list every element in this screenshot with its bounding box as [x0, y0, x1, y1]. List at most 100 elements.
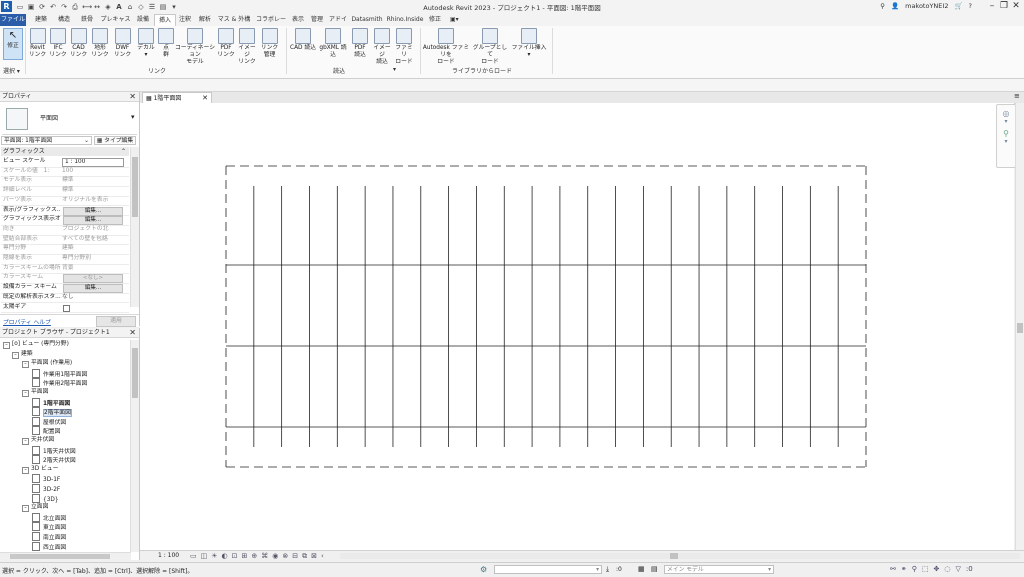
show-crop-icon[interactable]: ⊞ [242, 552, 248, 561]
lib-button-1[interactable]: グループとして ロード [470, 28, 510, 66]
select-pinned-icon[interactable]: ⚲ [912, 565, 917, 573]
tab-15[interactable]: Rhino.Inside [385, 14, 425, 26]
worksharing-icon[interactable]: ⊗ [282, 552, 288, 561]
browser-node[interactable]: – 天井伏図 [22, 436, 54, 445]
tab-13[interactable]: アドイン [327, 14, 349, 35]
steering-wheel-icon[interactable]: ◎ [997, 109, 1015, 118]
navigation-bar[interactable]: ◎ ▾ ⚲ ▾ [996, 104, 1016, 168]
modify-button[interactable]: ↖ 修正 [3, 28, 23, 60]
scroll-left-icon[interactable]: ‹ [321, 552, 324, 561]
edit-button[interactable]: <なし> [63, 274, 123, 284]
collapse-icon[interactable]: – [12, 351, 19, 359]
tab-4[interactable]: プレキャスト [99, 14, 132, 35]
temp-hide-icon[interactable]: ⌘ [261, 552, 268, 561]
sun-path-icon[interactable]: ☀ [211, 552, 217, 561]
select-by-face-icon[interactable]: ⬚ [922, 565, 929, 573]
editable-only-icon[interactable]: ⤓ [606, 565, 609, 574]
collapse-icon[interactable]: – [22, 361, 29, 369]
highlight-displacement-icon[interactable]: ⧉ [302, 552, 307, 561]
scroll-thumb[interactable] [1017, 323, 1023, 333]
background-process-icon[interactable]: ◌ [944, 565, 950, 573]
tab-10[interactable]: コラボレート [254, 14, 288, 35]
lib-button-0[interactable]: Autodesk ファミリを ロード [422, 28, 470, 66]
import-button-1[interactable]: gbXML 読込 [317, 28, 349, 59]
filter-icon[interactable]: ▽ [956, 565, 961, 573]
scroll-thumb[interactable] [670, 553, 678, 559]
worksets-icon[interactable]: ⚙ [480, 565, 487, 574]
tab-3[interactable]: 鉄骨 [76, 14, 98, 26]
collapse-icon[interactable]: – [3, 342, 10, 349]
browser-node[interactable]: 2階天井伏図 [32, 455, 76, 465]
reveal-hidden-icon[interactable]: ◉ [272, 552, 278, 561]
user-icon[interactable]: 👤 [891, 2, 899, 10]
properties-help-link[interactable]: プロパティ ヘルプ [3, 317, 51, 326]
tab-0[interactable]: ファイル [0, 14, 26, 26]
tab-menu-icon[interactable]: ≡ [1014, 92, 1020, 100]
type-selector[interactable]: 平面図 ▾ [2, 104, 137, 135]
tab-2[interactable]: 構造 [53, 14, 75, 26]
link-button-2[interactable]: CAD リンク [68, 28, 89, 59]
browser-node[interactable]: 作業用2階平面図 [32, 378, 87, 388]
edit-button[interactable]: 編集... [63, 284, 123, 294]
scroll-thumb[interactable] [132, 157, 138, 217]
analytical-model-icon[interactable]: ⊟ [292, 552, 298, 561]
canvas-hscrollbar[interactable] [340, 553, 1020, 559]
lib-button-2[interactable]: ファイル挿入 ▾ [510, 28, 548, 59]
exclude-options-icon[interactable]: ▤ [651, 565, 658, 573]
tab-5[interactable]: 設備 [133, 14, 153, 26]
section-graphics[interactable]: グラフィックス ⌃ [1, 147, 129, 156]
chevron-down-icon[interactable]: ▾ [997, 118, 1015, 125]
tab-12[interactable]: 管理 [308, 14, 326, 26]
tab-11[interactable]: 表示 [289, 14, 307, 26]
browser-node[interactable]: 3D-1F [32, 474, 60, 484]
tab-1[interactable]: 建築 [30, 14, 52, 26]
browser-node[interactable]: –3D ビュー [22, 465, 58, 474]
import-button-2[interactable]: PDF 読込 [349, 28, 371, 59]
edit-type-button[interactable]: ▦ タイプ編集 [94, 136, 136, 145]
browser-scrollbar[interactable] [130, 340, 139, 552]
link-button-3[interactable]: 地形 リンク [89, 28, 111, 59]
import-button-0[interactable]: CAD 読込 [289, 28, 317, 52]
browser-node[interactable]: 北立面図 [32, 512, 66, 523]
import-button-4[interactable]: ファミリ ロード [393, 28, 415, 66]
link-button-8[interactable]: PDF リンク [216, 28, 236, 59]
browser-node[interactable]: – 建築 [12, 350, 33, 359]
hide-analytical-icon[interactable]: ⊠ [311, 552, 317, 561]
select-panel-label[interactable]: 選択 ▾ [3, 66, 20, 75]
drawing-canvas[interactable] [140, 103, 1014, 550]
browser-node[interactable]: 1階平面図 [32, 397, 70, 408]
link-button-4[interactable]: DWF リンク [111, 28, 134, 59]
drag-elements-icon[interactable]: ✥ [934, 565, 940, 573]
import-panel-expand-icon[interactable]: ▾ [393, 66, 396, 73]
link-button-0[interactable]: Revit リンク [27, 28, 48, 59]
browser-node[interactable]: – 平面図 (作業用) [22, 359, 72, 369]
collapse-icon[interactable]: – [22, 505, 29, 513]
import-button-3[interactable]: イメージ 読込 [371, 28, 393, 66]
link-button-7[interactable]: コーディネーション モデル [174, 28, 216, 66]
browser-hscrollbar[interactable] [0, 552, 131, 561]
chevron-down-icon[interactable]: ▾ [997, 138, 1015, 145]
properties-scrollbar[interactable] [130, 147, 139, 307]
scroll-thumb[interactable] [10, 554, 110, 559]
close-icon[interactable]: ✕ [129, 328, 136, 338]
detail-level-icon[interactable]: ▭ [190, 552, 197, 561]
design-options-icon[interactable]: ▦ [638, 565, 645, 573]
tab-9[interactable]: マス & 外構 [215, 14, 253, 26]
browser-node[interactable]: {3D} [32, 493, 59, 504]
minimize-icon[interactable]: – [986, 1, 998, 11]
tab-14[interactable]: Datasmith [350, 14, 384, 26]
scroll-thumb[interactable] [132, 348, 138, 398]
restore-icon[interactable]: ❐ [998, 1, 1010, 11]
collapse-icon[interactable]: – [22, 390, 29, 397]
browser-node[interactable]: 西立面図 [32, 541, 66, 552]
design-option-dropdown[interactable]: メイン モデル ▾ [664, 565, 774, 574]
visual-style-icon[interactable]: ◫ [201, 552, 208, 561]
tab-16[interactable]: 修正 [426, 14, 444, 26]
tab-8[interactable]: 解析 [196, 14, 214, 26]
browser-node[interactable]: – 平面図 [22, 388, 48, 397]
checkbox[interactable] [63, 304, 70, 312]
apply-button[interactable]: 適用 [96, 316, 136, 327]
ribbon-minimize-icon[interactable]: ▣▾ [447, 14, 462, 26]
browser-node[interactable]: 配置図 [32, 426, 60, 436]
canvas-vscrollbar[interactable] [1015, 103, 1024, 550]
